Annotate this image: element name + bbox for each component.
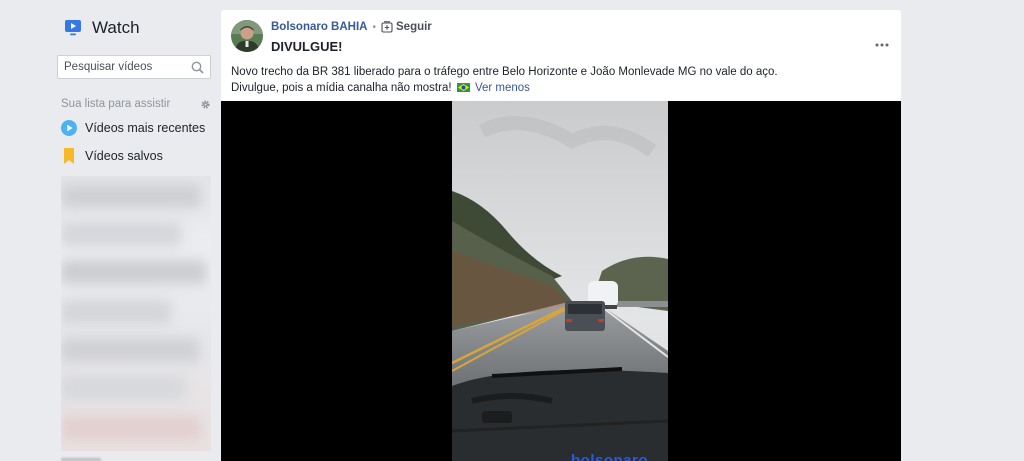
list-item <box>61 260 206 284</box>
list-item <box>61 338 199 362</box>
post-title: DIVULGUE! <box>271 39 343 54</box>
sidebar: Watch Sua lista para assistir Vídeos mai… <box>0 0 220 461</box>
gear-icon[interactable] <box>200 99 211 110</box>
separator-dot: • <box>372 21 376 33</box>
video-watermark: bolsonaro <box>571 452 649 461</box>
watch-title: Watch <box>92 18 140 37</box>
brazil-flag-icon <box>456 82 470 92</box>
video-frame <box>452 101 668 461</box>
video-player[interactable]: bolsonaro <box>221 101 901 461</box>
watchlist-title: Sua lista para assistir <box>61 98 171 110</box>
list-item <box>61 184 201 208</box>
bookmark-icon <box>64 148 74 164</box>
list-item <box>61 300 171 324</box>
post-text: Novo trecho da BR 381 liberado para o tr… <box>231 65 891 96</box>
follow-label: Seguir <box>396 21 432 33</box>
video-post: Bolsonaro BAHIA • Seguir DIVULGUE! Novo <box>221 10 901 461</box>
follow-icon <box>381 21 393 33</box>
see-less-link[interactable]: Ver menos <box>475 82 530 94</box>
search-icon[interactable] <box>191 61 204 74</box>
author-name-link[interactable]: Bolsonaro BAHIA <box>271 21 367 33</box>
watch-header[interactable]: Watch <box>64 18 140 38</box>
post-text-line-2: Divulgue, pois a mídia canalha não mostr… <box>231 81 452 94</box>
sidebar-item-saved-videos[interactable]: Vídeos salvos <box>61 148 163 164</box>
sidebar-item-recent-videos[interactable]: Vídeos mais recentes <box>61 120 205 136</box>
search-input[interactable] <box>58 61 190 73</box>
follow-button[interactable]: Seguir <box>381 21 432 33</box>
list-item <box>61 416 201 440</box>
blurred-watchlist <box>61 176 211 451</box>
cut-off-item <box>61 452 121 461</box>
sidebar-item-label: Vídeos mais recentes <box>85 121 206 135</box>
sidebar-item-label: Vídeos salvos <box>85 149 163 163</box>
avatar[interactable] <box>231 20 263 52</box>
list-item <box>61 376 186 400</box>
watchlist-section: Sua lista para assistir <box>61 98 211 110</box>
watch-tv-icon <box>65 20 81 36</box>
search-box <box>57 55 211 79</box>
post-header: Bolsonaro BAHIA • Seguir DIVULGUE! <box>231 20 432 54</box>
list-item <box>61 222 181 246</box>
play-circle-icon <box>61 120 77 136</box>
more-options-icon[interactable] <box>875 42 889 48</box>
post-text-line-1: Novo trecho da BR 381 liberado para o tr… <box>231 66 778 78</box>
